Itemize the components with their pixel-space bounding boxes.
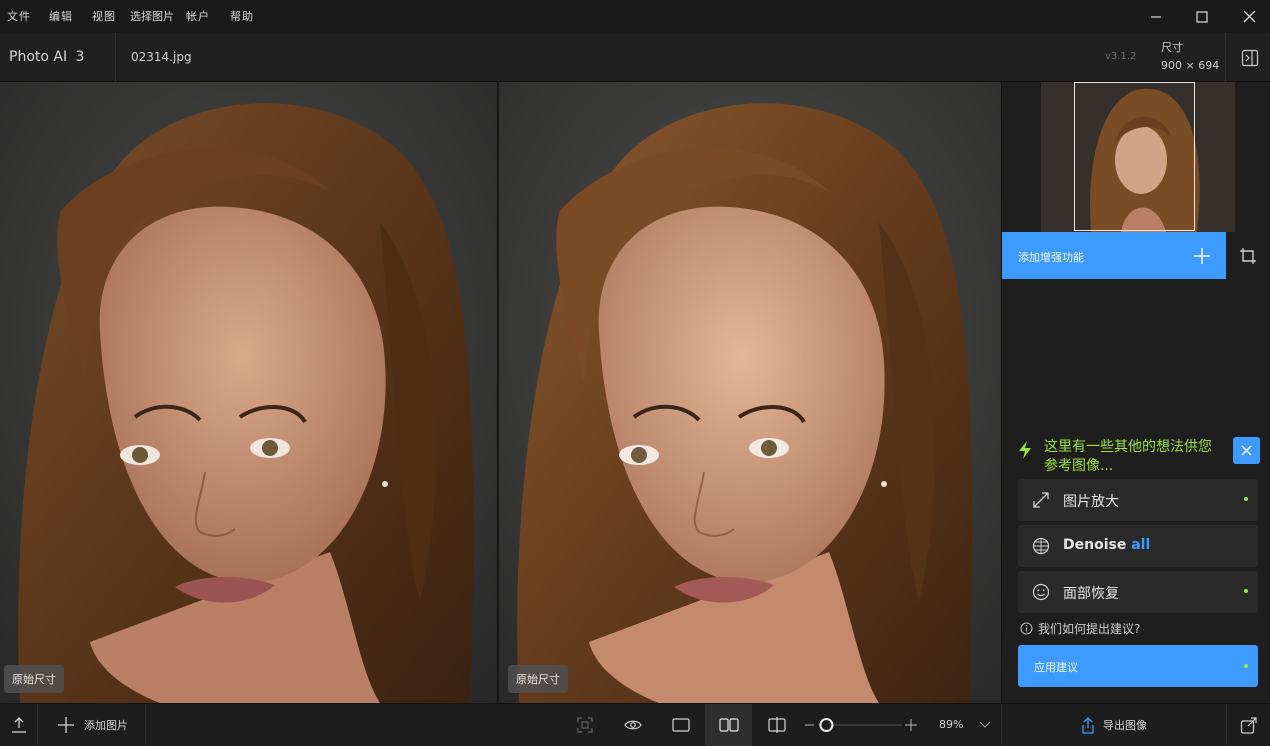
original-portrait-image — [0, 82, 497, 703]
suggestion-title-line2: 参考图像... — [1044, 458, 1114, 474]
bottom-toolbar: 添加图片 89% 导出图像 — [0, 703, 1270, 746]
original-image-pane[interactable]: 原始尺寸 — [0, 82, 497, 703]
single-view-icon — [672, 718, 690, 732]
zoom-level[interactable]: 89% — [939, 718, 963, 731]
size-label: 尺寸 — [1161, 41, 1183, 54]
menu-edit[interactable]: 编辑 — [49, 8, 73, 24]
menu-bar: 文件 编辑 视图 选择图片 帐户 帮助 — [0, 0, 1270, 33]
quick-export-button[interactable] — [1227, 704, 1270, 746]
zoom-dropdown[interactable] — [974, 704, 996, 746]
version-label: v3.1.2 — [1105, 51, 1137, 62]
suggestion-upscale[interactable]: 图片放大 — [1018, 479, 1258, 521]
upload-icon — [11, 717, 26, 733]
toolbar-divider — [37, 704, 38, 746]
menu-view[interactable]: 视图 — [92, 8, 116, 24]
title-divider-right — [1225, 33, 1226, 82]
toggle-panel-button[interactable] — [1238, 46, 1262, 70]
add-image-button[interactable]: 添加图片 — [45, 704, 145, 746]
suggestion-face-recovery[interactable]: 面部恢复 — [1018, 571, 1258, 613]
close-window-button[interactable] — [1226, 0, 1270, 33]
original-size-badge[interactable]: 原始尺寸 — [4, 665, 64, 693]
plus-icon — [1194, 248, 1210, 264]
side-by-side-view-button[interactable] — [705, 704, 752, 746]
app-version-major: 3 — [75, 49, 85, 65]
zoom-slider[interactable] — [802, 717, 922, 733]
menu-help[interactable]: 帮助 — [230, 8, 254, 24]
smiley-face-icon — [1032, 583, 1050, 601]
thumbnail-navigator[interactable] — [1041, 82, 1235, 232]
app-name: Photo AI — [9, 49, 68, 65]
dismiss-suggestions-button[interactable] — [1233, 437, 1260, 464]
suggestion-face-label: 面部恢复 — [1063, 586, 1119, 602]
globe-grid-icon — [1032, 537, 1050, 555]
lightning-icon — [1019, 441, 1031, 459]
add-image-label: 添加图片 — [84, 719, 128, 732]
maximize-button[interactable] — [1179, 0, 1225, 33]
size-value: 900 × 694 — [1161, 59, 1220, 72]
zoom-slider-knob[interactable] — [819, 718, 834, 732]
eye-icon — [624, 720, 642, 730]
app-title: Photo AI 3 — [9, 49, 84, 65]
menu-select-image[interactable]: 选择图片 — [130, 8, 174, 24]
close-icon — [1241, 445, 1252, 456]
enhanced-size-badge[interactable]: 原始尺寸 — [508, 665, 568, 693]
denoise-all-text: all — [1131, 537, 1151, 553]
crop-icon — [1240, 247, 1256, 264]
panel-toggle-icon — [1241, 49, 1259, 67]
preview-toggle-button[interactable] — [614, 704, 652, 746]
expand-arrows-icon — [1033, 492, 1049, 508]
enhanced-image-pane[interactable]: 原始尺寸 — [499, 82, 1001, 703]
upload-button[interactable] — [0, 704, 37, 746]
export-image-button[interactable]: 导出图像 — [1002, 704, 1226, 746]
single-view-button[interactable] — [662, 704, 700, 746]
info-icon — [1020, 622, 1033, 634]
how-suggest-link[interactable]: 我们如何提出建议? — [1020, 620, 1140, 636]
split-view-icon — [768, 717, 786, 733]
active-dot — [1244, 497, 1248, 501]
title-divider — [115, 33, 116, 82]
minimize-button[interactable] — [1133, 0, 1179, 33]
menu-file[interactable]: 文件 — [7, 8, 31, 24]
close-icon — [1243, 10, 1255, 23]
side-by-side-icon — [718, 718, 739, 732]
denoise-text: Denoise — [1063, 537, 1127, 553]
suggestion-title-line1: 这里有一些其他的想法供您 — [1044, 439, 1212, 455]
menu-account[interactable]: 帐户 — [186, 8, 210, 24]
maximize-icon — [1196, 10, 1208, 23]
minimize-icon — [1151, 15, 1161, 18]
enhanced-portrait-image — [499, 82, 1001, 703]
title-bar: Photo AI 3 02314.jpg v3.1.2 尺寸 900 × 694 — [0, 33, 1270, 82]
focus-frame-icon — [577, 717, 593, 733]
active-dot — [1244, 664, 1248, 668]
how-suggest-label: 我们如何提出建议? — [1038, 621, 1141, 636]
split-view-button[interactable] — [758, 704, 796, 746]
export-image-label: 导出图像 — [1103, 719, 1147, 732]
filename: 02314.jpg — [131, 50, 192, 64]
active-dot — [1244, 589, 1248, 593]
share-export-icon — [1082, 716, 1094, 734]
apply-suggestions-button[interactable]: 应用建议 — [1018, 645, 1258, 687]
zoom-slider-graphic — [805, 718, 917, 732]
export-settings-icon — [1240, 717, 1257, 734]
preview-region-button[interactable] — [566, 704, 604, 746]
crop-button[interactable] — [1226, 232, 1270, 279]
add-enhancement-button[interactable]: 添加增强功能 — [1002, 232, 1226, 279]
plus-icon — [58, 717, 74, 733]
apply-suggestions-label: 应用建议 — [1034, 661, 1078, 674]
add-enhancement-label: 添加增强功能 — [1018, 251, 1084, 264]
toolbar-divider — [145, 704, 146, 746]
suggestion-denoise[interactable]: Denoise all — [1018, 525, 1258, 567]
suggestion-title: 这里有一些其他的想法供您 参考图像... — [1044, 438, 1212, 476]
suggestion-upscale-label: 图片放大 — [1063, 494, 1119, 510]
chevron-down-icon — [979, 721, 991, 728]
viewport-frame[interactable] — [1074, 82, 1195, 231]
suggestion-denoise-label: Denoise all — [1063, 537, 1150, 553]
